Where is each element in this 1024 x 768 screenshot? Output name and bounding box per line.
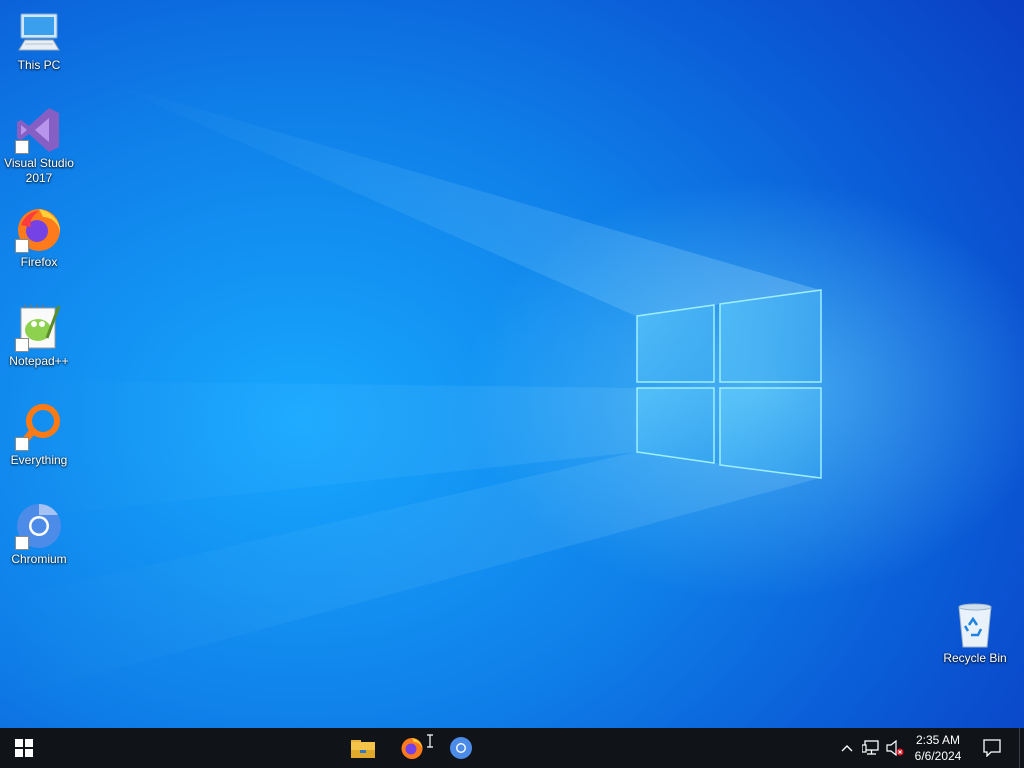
desktop-icon-notepad-plus-plus[interactable]: Notepad++ [1,304,77,369]
desktop-icon-label: This PC [17,58,61,72]
chromium-icon [15,502,63,550]
everything-search-icon [15,403,63,451]
shortcut-arrow-icon [15,338,29,352]
chromium-icon [450,737,472,759]
volume-muted-icon [886,740,904,756]
action-center-icon [983,739,1001,757]
desktop[interactable]: This PC Visual Studio 2017 Firefox Notep… [0,0,1024,728]
network-button[interactable] [859,728,883,768]
show-hidden-icons-button[interactable] [836,728,858,768]
start-button[interactable] [0,728,48,768]
taskbar: 2:35 AM 6/6/2024 [0,728,1024,768]
windows-start-icon [15,739,33,757]
firefox-icon [401,738,423,759]
desktop-icon-label: Everything [10,453,68,467]
notepad-plus-plus-icon [15,304,63,352]
taskbar-chromium-button[interactable] [437,728,485,768]
show-desktop-button[interactable] [1019,728,1024,768]
volume-button[interactable] [884,728,906,768]
desktop-icon-label: Firefox [20,255,58,269]
taskbar-file-explorer-button[interactable] [339,728,387,768]
recycle-bin-icon [951,601,999,649]
shortcut-arrow-icon [15,140,29,154]
visual-studio-icon [15,106,63,154]
clock-time: 2:35 AM [915,733,961,747]
taskbar-firefox-button[interactable] [388,728,436,768]
text-cursor-icon [427,734,433,748]
firefox-icon [15,205,63,253]
desktop-icon-label: Chromium [11,552,67,566]
action-center-button[interactable] [972,728,1012,768]
desktop-icon-firefox[interactable]: Firefox [1,205,77,270]
desktop-icon-recycle-bin[interactable]: Recycle Bin [937,601,1013,666]
shortcut-arrow-icon [15,536,29,550]
network-icon [862,740,879,755]
desktop-icon-chromium[interactable]: Chromium [1,502,77,567]
desktop-icon-this-pc[interactable]: This PC [1,8,77,73]
clock-date: 6/6/2024 [914,749,962,763]
chevron-up-icon [841,745,853,752]
computer-icon [15,8,63,56]
desktop-icon-everything[interactable]: Everything [1,403,77,468]
shortcut-arrow-icon [15,437,29,451]
desktop-icon-visual-studio[interactable]: Visual Studio 2017 [1,106,77,186]
wallpaper [0,80,822,700]
shortcut-arrow-icon [15,239,29,253]
desktop-icon-label: Visual Studio 2017 [4,156,74,185]
windows-logo-wallpaper-icon [636,289,822,479]
taskbar-clock[interactable]: 2:35 AM 6/6/2024 [906,728,970,768]
file-explorer-icon [351,740,375,758]
desktop-icon-label: Recycle Bin [943,651,1007,665]
desktop-icon-label: Notepad++ [9,354,69,368]
